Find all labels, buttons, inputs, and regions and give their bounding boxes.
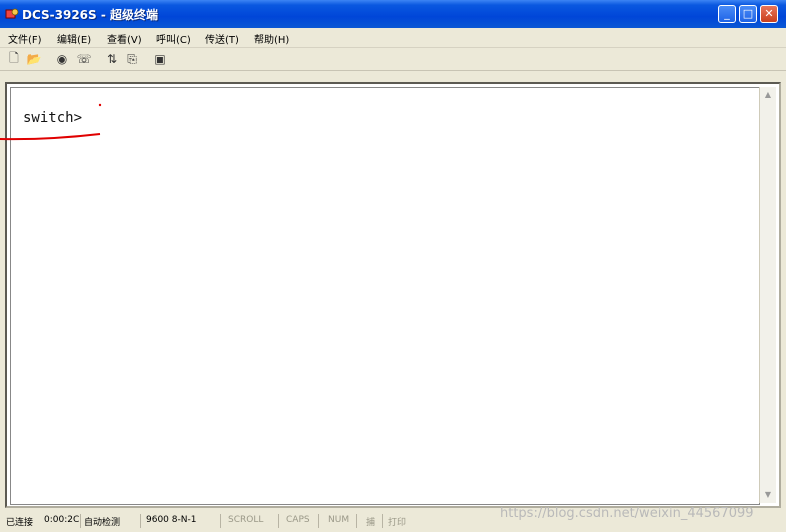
status-divider xyxy=(382,514,383,528)
menu-view[interactable]: 查看(V) xyxy=(107,31,142,46)
menu-call[interactable]: 呼叫(C) xyxy=(156,31,191,46)
status-divider xyxy=(278,514,279,528)
menu-bar: 文件(F) 编辑(E) 查看(V) 呼叫(C) 传送(T) 帮助(H) xyxy=(0,28,786,48)
properties-icon[interactable]: ▣ xyxy=(152,51,168,67)
status-divider xyxy=(220,514,221,528)
vertical-scrollbar[interactable]: ▲ ▼ xyxy=(759,87,776,503)
status-divider xyxy=(140,514,141,528)
disconnect-icon[interactable]: ◉ xyxy=(54,51,70,67)
status-connection: 已连接 xyxy=(6,518,34,528)
phone-icon[interactable]: ☏ xyxy=(76,51,92,67)
receive-icon[interactable]: ⎘ xyxy=(124,51,140,67)
menu-file[interactable]: 文件(F) xyxy=(8,31,42,46)
menu-transfer[interactable]: 传送(T) xyxy=(205,31,239,46)
watermark: https://blog.csdn.net/weixin_44567099 xyxy=(500,506,754,521)
terminal-screen[interactable]: switch> xyxy=(10,87,760,505)
minimize-icon: _ xyxy=(724,7,730,20)
terminal-frame: switch> ▲ ▼ xyxy=(5,82,781,508)
window-title: DCS-3926S - 超级终端 xyxy=(22,8,158,22)
minimize-button[interactable]: _ xyxy=(718,5,736,23)
status-baud: 9600 8-N-1 xyxy=(146,515,197,525)
status-num: NUM xyxy=(328,515,350,525)
menu-help[interactable]: 帮助(H) xyxy=(254,31,289,46)
status-scroll: SCROLL xyxy=(228,515,264,525)
app-icon xyxy=(5,8,19,19)
status-divider xyxy=(80,514,81,528)
status-divider xyxy=(356,514,357,528)
maximize-button[interactable]: □ xyxy=(739,5,757,23)
scroll-up-icon[interactable]: ▲ xyxy=(762,89,774,101)
status-capture: 捕 xyxy=(366,518,376,528)
status-detect: 自动检测 xyxy=(84,518,121,528)
status-caps: CAPS xyxy=(286,515,310,525)
open-folder-icon[interactable]: 📂 xyxy=(26,51,42,67)
close-icon: ✕ xyxy=(764,7,774,20)
hyperterminal-window: DCS-3926S - 超级终端 _ □ ✕ 文件(F) 编辑(E) 查看(V)… xyxy=(0,0,786,532)
scroll-down-icon[interactable]: ▼ xyxy=(762,489,774,501)
toolbar: 🗋 📂 ◉ ☏ ⇅ ⎘ ▣ xyxy=(0,48,786,71)
title-bar[interactable]: DCS-3926S - 超级终端 _ □ ✕ xyxy=(0,0,786,28)
close-button[interactable]: ✕ xyxy=(760,5,778,23)
new-icon[interactable]: 🗋 xyxy=(6,51,22,67)
status-divider xyxy=(318,514,319,528)
maximize-icon: □ xyxy=(742,7,754,20)
terminal-prompt: switch> xyxy=(23,110,83,126)
menu-edit[interactable]: 编辑(E) xyxy=(57,31,91,46)
send-icon[interactable]: ⇅ xyxy=(104,51,120,67)
status-elapsed: 0:00:2C xyxy=(44,515,80,525)
status-print: 打印 xyxy=(388,518,407,528)
